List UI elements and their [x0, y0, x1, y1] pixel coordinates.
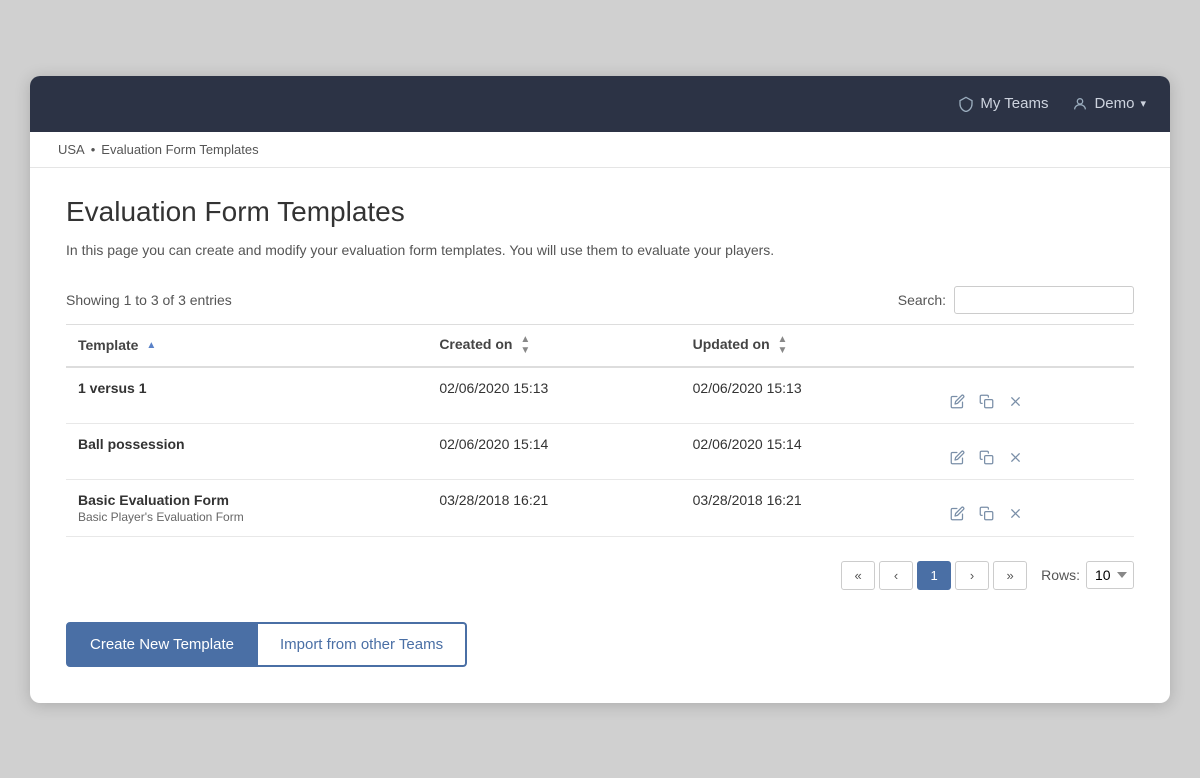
page-next-button[interactable]: › [955, 561, 989, 590]
rows-per-page-select[interactable]: 10 25 50 [1086, 561, 1134, 589]
sort-arrows-updated: ▲▼ [778, 335, 788, 356]
delete-icon [1008, 506, 1023, 521]
import-from-teams-button[interactable]: Import from other Teams [258, 622, 467, 667]
td-template-name: Ball possession [66, 423, 427, 479]
copy-button[interactable] [975, 504, 998, 523]
td-updated-on: 03/28/2018 16:21 [681, 479, 934, 536]
search-wrapper: Search: [898, 286, 1134, 314]
showing-entries: Showing 1 to 3 of 3 entries [66, 292, 232, 308]
edit-icon [950, 450, 965, 465]
table-row: Basic Evaluation Form Basic Player's Eval… [66, 479, 1134, 536]
td-created-on: 03/28/2018 16:21 [427, 479, 680, 536]
bottom-actions: Create New Template Import from other Te… [66, 622, 1134, 667]
template-name: Basic Evaluation Form [78, 492, 415, 508]
col-template[interactable]: Template ▲ [66, 324, 427, 367]
user-icon [1072, 96, 1088, 112]
edit-button[interactable] [946, 504, 969, 523]
col-updated-on[interactable]: Updated on ▲▼ [681, 324, 934, 367]
main-card: My Teams Demo ▾ USA • Evaluation Form Te… [30, 76, 1170, 703]
breadcrumb-home[interactable]: USA [58, 142, 85, 157]
delete-button[interactable] [1004, 448, 1027, 467]
demo-label: Demo [1094, 95, 1134, 112]
sort-arrows-created: ▲▼ [520, 335, 530, 356]
shield-icon [958, 96, 974, 112]
table-row: 1 versus 1 02/06/2020 15:1302/06/2020 15:… [66, 367, 1134, 424]
breadcrumb-current: Evaluation Form Templates [101, 142, 258, 157]
page-first-button[interactable]: « [841, 561, 875, 590]
page-title: Evaluation Form Templates [66, 196, 1134, 228]
copy-icon [979, 506, 994, 521]
template-subtitle: Basic Player's Evaluation Form [78, 510, 415, 524]
copy-button[interactable] [975, 448, 998, 467]
my-teams-label: My Teams [980, 95, 1048, 112]
breadcrumb: USA • Evaluation Form Templates [30, 132, 1170, 168]
col-actions [934, 324, 1134, 367]
template-name: 1 versus 1 [78, 380, 415, 396]
demo-user-button[interactable]: Demo ▾ [1072, 95, 1146, 112]
rows-per-page-wrap: Rows: 10 25 50 [1041, 561, 1134, 589]
create-new-template-button[interactable]: Create New Template [66, 622, 258, 667]
templates-table: Template ▲ Created on ▲▼ Updated on [66, 324, 1134, 537]
td-actions [934, 367, 1134, 424]
demo-caret-icon: ▾ [1140, 97, 1146, 110]
sort-arrows-template: ▲ [146, 341, 156, 351]
page-1-button[interactable]: 1 [917, 561, 951, 590]
top-navigation: My Teams Demo ▾ [30, 76, 1170, 132]
edit-button[interactable] [946, 448, 969, 467]
page-prev-button[interactable]: ‹ [879, 561, 913, 590]
td-created-on: 02/06/2020 15:13 [427, 367, 680, 424]
page-description: In this page you can create and modify y… [66, 242, 1134, 258]
search-label: Search: [898, 292, 946, 308]
table-row: Ball possession 02/06/2020 15:1402/06/202… [66, 423, 1134, 479]
td-actions [934, 479, 1134, 536]
td-actions [934, 423, 1134, 479]
template-name: Ball possession [78, 436, 415, 452]
copy-icon [979, 394, 994, 409]
copy-icon [979, 450, 994, 465]
search-input[interactable] [954, 286, 1134, 314]
td-updated-on: 02/06/2020 15:13 [681, 367, 934, 424]
edit-icon [950, 506, 965, 521]
main-content: Evaluation Form Templates In this page y… [30, 168, 1170, 703]
rows-label: Rows: [1041, 567, 1080, 583]
delete-button[interactable] [1004, 504, 1027, 523]
td-template-name: 1 versus 1 [66, 367, 427, 424]
col-created-on[interactable]: Created on ▲▼ [427, 324, 680, 367]
page-last-button[interactable]: » [993, 561, 1027, 590]
my-teams-button[interactable]: My Teams [958, 95, 1048, 112]
td-template-name: Basic Evaluation Form Basic Player's Eval… [66, 479, 427, 536]
copy-button[interactable] [975, 392, 998, 411]
td-updated-on: 02/06/2020 15:14 [681, 423, 934, 479]
delete-icon [1008, 394, 1023, 409]
pagination: « ‹ 1 › » Rows: 10 25 50 [66, 561, 1134, 590]
table-toolbar: Showing 1 to 3 of 3 entries Search: [66, 286, 1134, 314]
td-created-on: 02/06/2020 15:14 [427, 423, 680, 479]
breadcrumb-sep: • [91, 142, 96, 157]
delete-icon [1008, 450, 1023, 465]
edit-button[interactable] [946, 392, 969, 411]
delete-button[interactable] [1004, 392, 1027, 411]
edit-icon [950, 394, 965, 409]
